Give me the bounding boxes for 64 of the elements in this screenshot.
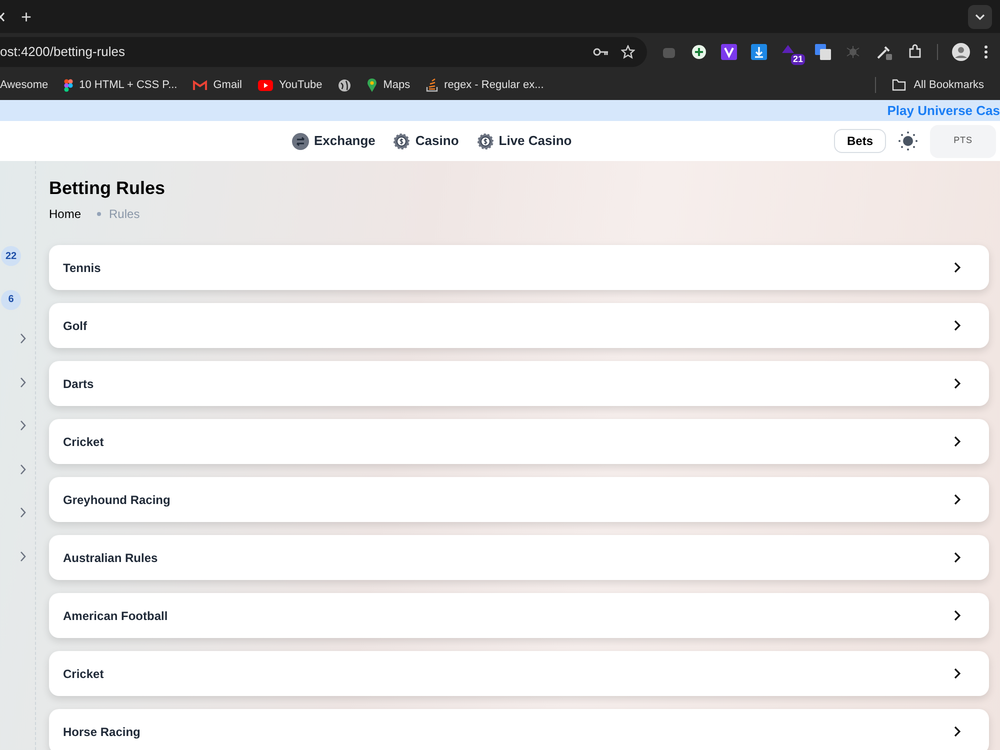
chevron-right-icon[interactable] <box>20 376 26 388</box>
rule-accordion-item[interactable]: Horse Racing <box>49 709 989 750</box>
rule-accordion-item[interactable]: Australian Rules <box>49 535 989 580</box>
bets-button[interactable]: Bets <box>834 129 886 153</box>
chevron-right-icon <box>954 262 961 273</box>
casino-chip-icon <box>476 132 494 150</box>
chevron-right-icon <box>954 436 961 447</box>
star-icon[interactable] <box>621 44 635 58</box>
theme-toggle-icon[interactable] <box>898 131 918 151</box>
casino-chip-icon <box>393 132 410 150</box>
rule-accordion-item[interactable]: Darts <box>49 361 989 406</box>
chevron-right-icon[interactable] <box>20 333 26 344</box>
figma-icon <box>64 78 74 92</box>
rule-accordion-item[interactable]: American Football <box>49 593 989 638</box>
url-text: ost:4200/betting-rules <box>0 42 126 61</box>
plus-icon[interactable] <box>691 44 707 60</box>
nav-link[interactable]: Casino <box>393 131 459 151</box>
rule-accordion-item[interactable]: Tennis <box>49 245 989 290</box>
breadcrumb-separator <box>97 212 102 216</box>
chevron-right-icon[interactable] <box>20 420 26 431</box>
folder-icon <box>892 79 906 91</box>
rule-accordion-item[interactable]: Golf <box>49 303 989 348</box>
bookmark-folder[interactable]: All Bookmarks <box>892 76 984 94</box>
avatar-icon[interactable] <box>952 42 970 60</box>
nav-link[interactable]: Live Casino <box>476 131 572 151</box>
new-tab-button[interactable]: + <box>17 8 36 26</box>
extension-badge: 21 <box>790 54 805 64</box>
chevron-right-icon <box>954 668 961 679</box>
chevron-right-icon[interactable] <box>20 507 26 518</box>
count-badge: 22 <box>1 246 21 266</box>
exchange-icon <box>292 132 309 150</box>
bookmark[interactable]: YouTube <box>258 76 322 94</box>
rule-accordion-item[interactable]: Cricket <box>49 419 989 464</box>
menu-icon[interactable] <box>984 44 988 58</box>
chevron-right-icon <box>954 494 961 505</box>
nav-link[interactable]: Exchange <box>292 131 376 151</box>
chevron-right-icon[interactable] <box>20 464 26 474</box>
extension-icon[interactable] <box>721 44 737 60</box>
bookmark[interactable]: regex - Regular ex... <box>426 76 544 94</box>
breadcrumb-link[interactable]: Home <box>49 205 82 223</box>
stack-icon <box>426 78 438 92</box>
bookmark[interactable]: Gmail <box>193 76 242 94</box>
download-icon[interactable] <box>751 44 767 60</box>
map-pin-icon <box>367 78 378 92</box>
points-display: PTS <box>930 124 996 158</box>
key-icon[interactable] <box>593 46 609 56</box>
tab-list-icon[interactable] <box>968 4 992 28</box>
bookmark[interactable]: 10 HTML + CSS P... <box>64 76 178 94</box>
chevron-right-icon <box>954 320 961 331</box>
play-icon <box>258 80 273 90</box>
bookmark[interactable]: Awesome <box>0 76 48 94</box>
rule-accordion-item[interactable]: Cricket <box>49 651 989 696</box>
rule-accordion-item[interactable]: Greyhound Racing <box>49 477 989 522</box>
bookmark[interactable]: Maps <box>367 76 410 94</box>
mail-icon <box>193 80 208 90</box>
chevron-right-icon <box>954 552 961 563</box>
address-bar[interactable]: ost:4200/betting-rules <box>0 36 647 66</box>
chevron-right-icon <box>954 610 961 621</box>
page-title: Betting Rules <box>49 177 166 199</box>
count-badge: 6 <box>1 290 21 310</box>
close-icon[interactable] <box>0 12 5 22</box>
chevron-right-icon <box>954 378 961 389</box>
chevron-right-icon <box>954 726 961 737</box>
chevron-right-icon[interactable] <box>20 550 26 562</box>
